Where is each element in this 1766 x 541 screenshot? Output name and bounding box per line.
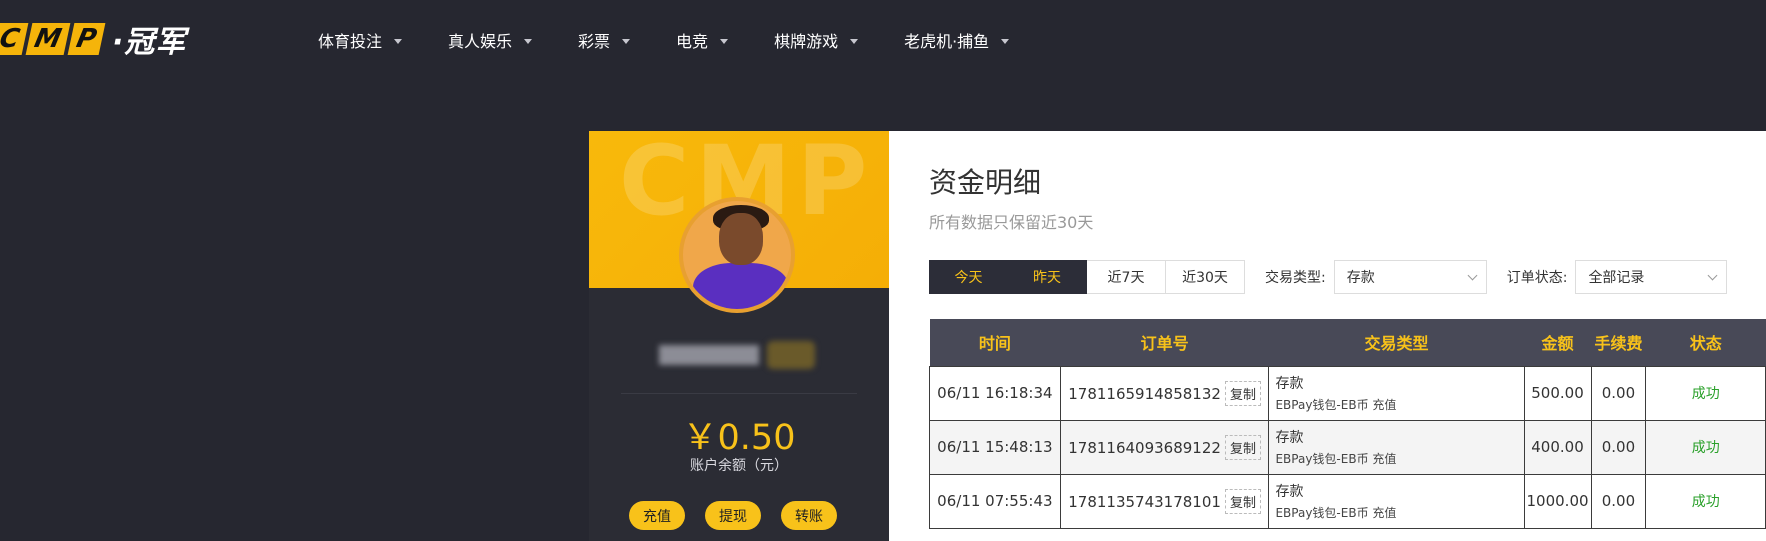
type-detail: EBPay钱包-EB币 充值 — [1275, 452, 1397, 466]
cell-time: 06/11 16:18:34 — [929, 365, 1061, 421]
period-today-button[interactable]: 今天 — [929, 260, 1008, 294]
column-header-time: 时间 — [929, 319, 1061, 366]
avatar-body — [693, 263, 789, 309]
transaction-type-select[interactable]: 存款 — [1333, 260, 1487, 294]
nav-item-slots-fishing[interactable]: 老虎机·捕鱼 — [904, 28, 1010, 52]
cell-fee: 0.00 — [1590, 365, 1647, 421]
main-nav: 体育投注 真人娱乐 彩票 电竞 棋牌游戏 老虎机·捕鱼 — [318, 28, 1010, 52]
status-badge: 成功 — [1691, 440, 1720, 456]
transfer-button[interactable]: 转账 — [781, 501, 837, 530]
cell-fee: 0.00 — [1590, 473, 1647, 529]
cell-type: 存款 EBPay钱包-EB币 充值 — [1268, 419, 1525, 475]
cell-amount: 500.00 — [1523, 365, 1592, 421]
type-main: 存款 — [1275, 484, 1304, 500]
nav-item-label: 棋牌游戏 — [774, 32, 839, 51]
nav-item-esports[interactable]: 电竞 — [676, 28, 729, 52]
table-row: 06/11 07:55:43 1781135743178101 复制 存款 EBPa… — [929, 473, 1766, 529]
cell-order: 1781164093689122 复制 — [1059, 419, 1270, 475]
period-7days-button[interactable]: 近7天 — [1087, 260, 1166, 294]
cell-time: 06/11 07:55:43 — [929, 473, 1061, 529]
column-header-status: 状态 — [1645, 319, 1766, 366]
profile-actions: 充值 提现 转账 — [629, 501, 857, 530]
avatar-head — [719, 213, 763, 265]
nav-item-card-games[interactable]: 棋牌游戏 — [774, 28, 859, 52]
nav-item-sports[interactable]: 体育投注 — [318, 28, 403, 52]
column-header-fee: 手续费 — [1591, 319, 1646, 366]
type-main: 存款 — [1275, 376, 1304, 392]
logo-text: ·冠军 — [112, 25, 187, 60]
cell-order: 1781135743178101 复制 — [1059, 473, 1270, 529]
username-blurred — [659, 345, 759, 365]
period-yesterday-button[interactable]: 昨天 — [1008, 260, 1087, 294]
account-balance: ￥0.50 — [682, 418, 796, 458]
filter-bar: 今天 昨天 近7天 近30天 交易类型: 存款 订单状态: 全部记录 — [929, 260, 1728, 294]
copy-button[interactable]: 复制 — [1224, 380, 1261, 406]
order-status-value: 全部记录 — [1588, 270, 1645, 286]
avatar[interactable] — [679, 197, 795, 313]
chevron-down-icon — [622, 38, 631, 44]
logo-letter: P — [67, 23, 106, 55]
chevron-down-icon — [1707, 270, 1718, 280]
account-balance-label: 账户余额（元） — [690, 458, 788, 474]
type-main: 存款 — [1275, 430, 1304, 446]
order-number: 1781164093689122 — [1068, 438, 1221, 457]
site-logo[interactable]: C M P ·冠军 — [0, 22, 186, 60]
transaction-type-label: 交易类型: — [1265, 270, 1326, 286]
nav-item-label: 老虎机·捕鱼 — [904, 32, 990, 51]
copy-button[interactable]: 复制 — [1224, 488, 1261, 514]
order-status-select[interactable]: 全部记录 — [1575, 260, 1728, 294]
order-number: 1781165914858132 — [1068, 384, 1221, 403]
cell-amount: 400.00 — [1523, 419, 1592, 475]
fund-records-table: 时间 订单号 交易类型 金额 手续费 状态 06/11 16:18:34 178… — [929, 319, 1766, 529]
status-badge: 成功 — [1691, 386, 1720, 402]
transaction-type-value: 存款 — [1346, 270, 1375, 286]
nav-item-label: 电竞 — [676, 32, 709, 51]
nav-item-label: 彩票 — [578, 32, 611, 51]
fund-details-panel: 资金明细 所有数据只保留近30天 今天 昨天 近7天 近30天 交易类型: 存款… — [889, 131, 1766, 541]
vip-badge-blurred — [767, 341, 815, 369]
column-header-amount: 金额 — [1524, 319, 1591, 366]
table-header-row: 时间 订单号 交易类型 金额 手续费 状态 — [929, 319, 1766, 366]
table-row: 06/11 16:18:34 1781165914858132 复制 存款 EBPa… — [929, 365, 1766, 421]
divider — [621, 393, 857, 394]
order-status-label: 订单状态: — [1506, 270, 1568, 286]
nav-item-live-casino[interactable]: 真人娱乐 — [448, 28, 533, 52]
cell-order: 1781165914858132 复制 — [1059, 365, 1270, 421]
cell-status: 成功 — [1645, 473, 1766, 529]
order-number: 1781135743178101 — [1068, 492, 1221, 511]
chevron-down-icon — [524, 38, 533, 44]
period-30days-button[interactable]: 近30天 — [1166, 260, 1245, 294]
nav-item-lottery[interactable]: 彩票 — [578, 28, 631, 52]
withdraw-button[interactable]: 提现 — [705, 501, 761, 530]
chevron-down-icon — [720, 38, 729, 44]
cell-time: 06/11 15:48:13 — [929, 419, 1061, 475]
cell-status: 成功 — [1645, 419, 1766, 475]
cell-status: 成功 — [1645, 365, 1766, 421]
column-header-order: 订单号 — [1060, 319, 1269, 366]
table-row: 06/11 15:48:13 1781164093689122 复制 存款 EBPa… — [929, 419, 1766, 475]
copy-button[interactable]: 复制 — [1224, 434, 1261, 460]
chevron-down-icon — [394, 38, 403, 44]
type-detail: EBPay钱包-EB币 充值 — [1275, 506, 1397, 520]
status-badge: 成功 — [1691, 494, 1720, 510]
cell-type: 存款 EBPay钱包-EB币 充值 — [1268, 473, 1525, 529]
nav-item-label: 体育投注 — [318, 32, 383, 51]
deposit-button[interactable]: 充值 — [629, 501, 685, 530]
column-header-type: 交易类型 — [1268, 319, 1525, 366]
cell-fee: 0.00 — [1590, 419, 1647, 475]
page-title: 资金明细 — [929, 166, 1042, 199]
type-detail: EBPay钱包-EB币 充值 — [1275, 398, 1397, 412]
chevron-down-icon — [850, 38, 859, 44]
cell-type: 存款 EBPay钱包-EB币 充值 — [1268, 365, 1525, 421]
nav-item-label: 真人娱乐 — [448, 32, 513, 51]
top-navbar: C M P ·冠军 体育投注 真人娱乐 彩票 电竞 棋牌游戏 老虎机·捕鱼 — [0, 0, 1766, 80]
cell-amount: 1000.00 — [1523, 473, 1592, 529]
logo-letter: M — [25, 23, 71, 55]
logo-letter: C — [0, 23, 29, 55]
chevron-down-icon — [1001, 38, 1010, 44]
chevron-down-icon — [1467, 270, 1478, 280]
page-subtitle: 所有数据只保留近30天 — [929, 213, 1094, 232]
profile-card: CMP ￥0.50 账户余额（元） 充值 提现 转账 — [589, 131, 889, 541]
